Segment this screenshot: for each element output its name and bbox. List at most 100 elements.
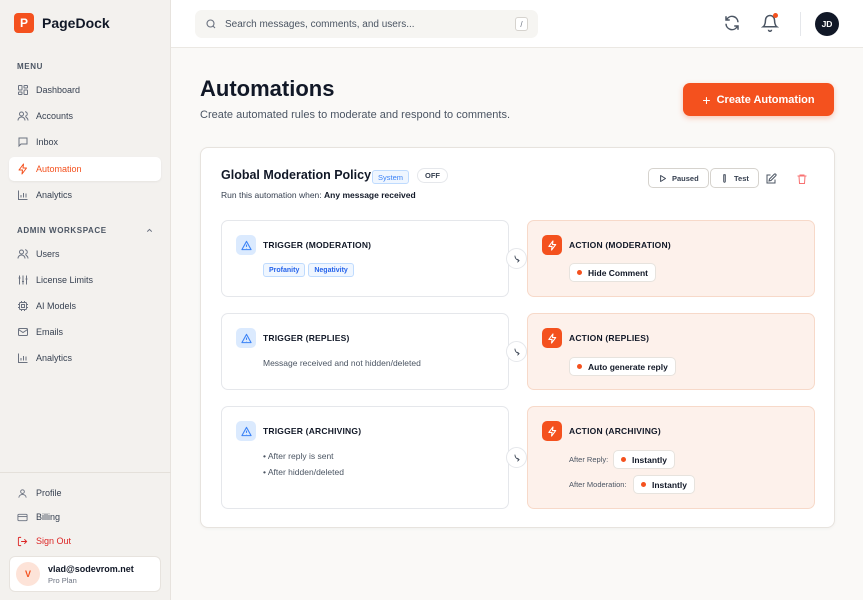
admin-section-label: ADMIN WORKSPACE bbox=[17, 226, 107, 235]
status-dot bbox=[577, 364, 582, 369]
notification-dot bbox=[773, 13, 778, 18]
trigger-title: TRIGGER (ARCHIVING) bbox=[263, 426, 362, 436]
after-moderation-value: Instantly bbox=[652, 479, 687, 490]
sidebar-item-billing[interactable]: Billing bbox=[9, 506, 161, 528]
condition-value: Any message received bbox=[324, 190, 416, 200]
header-divider bbox=[800, 12, 801, 36]
create-automation-button[interactable]: + Create Automation bbox=[683, 83, 834, 116]
sidebar-item-admin-analytics[interactable]: Analytics bbox=[9, 346, 161, 370]
trigger-bullet-text: After hidden/deleted bbox=[267, 467, 344, 477]
refresh-icon bbox=[725, 15, 739, 31]
users-icon bbox=[17, 111, 29, 121]
action-value-pill[interactable]: Hide Comment bbox=[569, 263, 656, 282]
sidebar-item-inbox[interactable]: Inbox bbox=[9, 130, 161, 154]
sidebar-item-label: Accounts bbox=[36, 111, 74, 121]
action-value: Auto generate reply bbox=[588, 361, 668, 372]
status-badge[interactable]: OFF bbox=[417, 168, 448, 183]
sidebar-item-analytics[interactable]: Analytics bbox=[9, 183, 161, 207]
automation-card: Global Moderation Policy System OFF Run … bbox=[200, 147, 835, 528]
sliders-icon bbox=[18, 275, 28, 285]
sidebar: P PageDock MENU Dashboard Accounts Inbox… bbox=[0, 0, 171, 600]
search-box[interactable]: / bbox=[195, 10, 538, 38]
alert-triangle-icon bbox=[240, 240, 252, 250]
logout-icon bbox=[17, 536, 28, 546]
arrow-down-right-icon bbox=[514, 255, 520, 263]
test-button[interactable]: Test bbox=[710, 168, 759, 188]
cpu-icon bbox=[18, 301, 28, 311]
alert-triangle-icon bbox=[240, 333, 252, 343]
bar-chart-icon bbox=[18, 190, 28, 200]
user-email: vlad@sodevrom.net bbox=[48, 563, 134, 574]
action-icon-wrap bbox=[542, 421, 562, 441]
action-value: Hide Comment bbox=[588, 267, 648, 278]
credit-card-icon bbox=[17, 513, 28, 521]
trigger-title: TRIGGER (MODERATION) bbox=[263, 240, 372, 250]
top-bar: / JD bbox=[171, 0, 863, 48]
rule-connector bbox=[506, 248, 527, 269]
trigger-title: TRIGGER (REPLIES) bbox=[263, 333, 350, 343]
chevron-up-icon[interactable] bbox=[145, 226, 154, 235]
bar-chart-icon bbox=[18, 353, 28, 363]
refresh-button[interactable] bbox=[723, 14, 741, 32]
status-dot bbox=[641, 482, 646, 487]
create-automation-label: Create Automation bbox=[716, 93, 815, 106]
action-archiving-box[interactable]: ACTION (ARCHIVING) After Reply: Instantl… bbox=[527, 406, 815, 509]
trash-icon[interactable] bbox=[796, 173, 808, 185]
sidebar-item-ai-models[interactable]: AI Models bbox=[9, 294, 161, 318]
trigger-icon-wrap bbox=[236, 235, 256, 255]
trigger-text: Message received and not hidden/deleted bbox=[263, 358, 421, 368]
rule-connector bbox=[506, 341, 527, 362]
bolt-icon bbox=[18, 163, 27, 175]
search-icon bbox=[206, 19, 216, 29]
notifications-button[interactable] bbox=[761, 13, 779, 32]
automation-condition: Run this automation when: Any message re… bbox=[221, 190, 416, 200]
action-replies-box[interactable]: ACTION (REPLIES) Auto generate reply bbox=[527, 313, 815, 390]
action-moderation-box[interactable]: ACTION (MODERATION) Hide Comment bbox=[527, 220, 815, 297]
trigger-bullet: • After reply is sent bbox=[263, 451, 334, 461]
paused-label: Paused bbox=[672, 173, 699, 183]
message-icon bbox=[18, 137, 28, 148]
condition-prefix: Run this automation when: bbox=[221, 190, 322, 200]
user-avatar[interactable]: JD bbox=[815, 12, 839, 36]
arrow-down-right-icon bbox=[514, 348, 520, 356]
trigger-archiving-box[interactable]: TRIGGER (ARCHIVING) • After reply is sen… bbox=[221, 406, 509, 509]
sidebar-item-label: Automation bbox=[36, 164, 82, 174]
mail-icon bbox=[18, 328, 28, 336]
user-icon bbox=[18, 488, 27, 498]
page-subtitle: Create automated rules to moderate and r… bbox=[200, 109, 511, 121]
brand-name: PageDock bbox=[42, 15, 110, 31]
bolt-icon bbox=[547, 239, 556, 251]
after-moderation-pill[interactable]: Instantly bbox=[633, 475, 695, 494]
plus-icon: + bbox=[702, 91, 711, 108]
trigger-icon-wrap bbox=[236, 421, 256, 441]
paused-button[interactable]: Paused bbox=[648, 168, 709, 188]
sidebar-item-emails[interactable]: Emails bbox=[9, 320, 161, 344]
menu-section-label: MENU bbox=[17, 62, 43, 71]
sidebar-item-label: License Limits bbox=[36, 275, 94, 285]
sidebar-item-label: Analytics bbox=[36, 190, 73, 200]
trigger-icon-wrap bbox=[236, 328, 256, 348]
user-card[interactable]: V vlad@sodevrom.net Pro Plan bbox=[9, 556, 161, 592]
play-icon bbox=[660, 174, 666, 182]
sidebar-item-license-limits[interactable]: License Limits bbox=[9, 268, 161, 292]
sidebar-item-automation[interactable]: Automation bbox=[9, 157, 161, 181]
sidebar-item-label: AI Models bbox=[36, 301, 77, 311]
sidebar-item-profile[interactable]: Profile bbox=[9, 482, 161, 504]
trigger-bullet-text: After reply is sent bbox=[267, 451, 334, 461]
trigger-replies-box[interactable]: TRIGGER (REPLIES) Message received and n… bbox=[221, 313, 509, 390]
after-reply-pill[interactable]: Instantly bbox=[613, 450, 675, 469]
search-input[interactable] bbox=[225, 18, 495, 30]
brand[interactable]: P PageDock bbox=[14, 13, 110, 33]
trigger-moderation-box[interactable]: TRIGGER (MODERATION) Profanity Negativity bbox=[221, 220, 509, 297]
avatar: V bbox=[16, 562, 40, 586]
sign-out-button[interactable]: Sign Out bbox=[9, 530, 161, 552]
grid-icon bbox=[18, 85, 28, 95]
edit-icon[interactable] bbox=[765, 173, 777, 185]
tag-negativity: Negativity bbox=[308, 263, 354, 277]
bolt-icon bbox=[547, 425, 556, 437]
action-value-pill[interactable]: Auto generate reply bbox=[569, 357, 676, 376]
sidebar-item-dashboard[interactable]: Dashboard bbox=[9, 78, 161, 102]
sidebar-item-users[interactable]: Users bbox=[9, 242, 161, 266]
sidebar-item-accounts[interactable]: Accounts bbox=[9, 104, 161, 128]
action-title: ACTION (REPLIES) bbox=[569, 333, 650, 343]
